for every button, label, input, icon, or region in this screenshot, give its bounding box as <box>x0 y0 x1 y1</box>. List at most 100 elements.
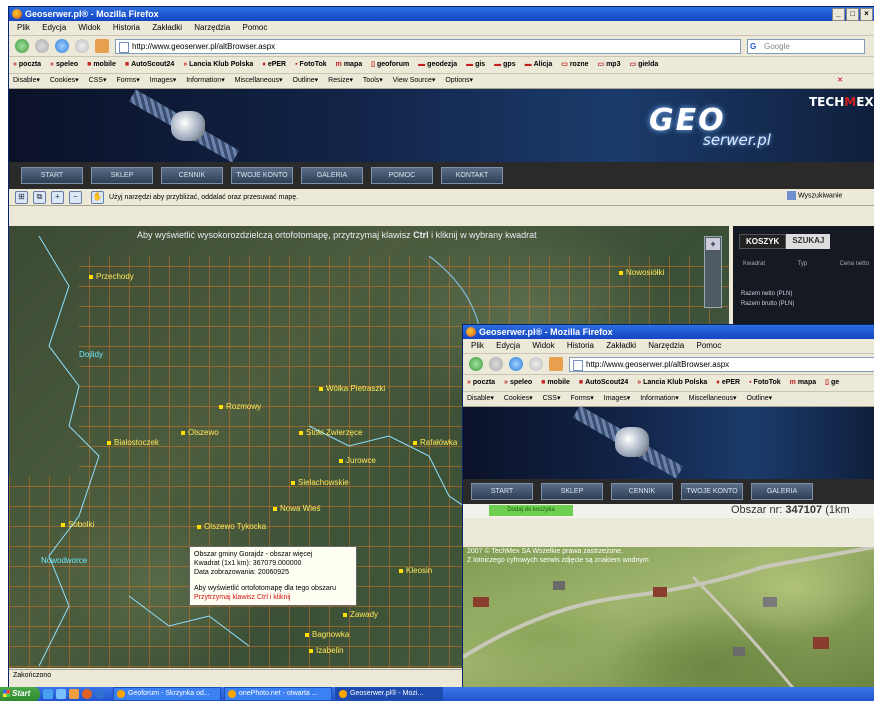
site-menu-start[interactable]: START <box>21 167 83 184</box>
menu-edit[interactable]: Edycja <box>42 23 66 32</box>
bookmark-item[interactable]: ▬ gps <box>494 61 515 68</box>
bookmark-item[interactable]: ■ AutoScout24 <box>125 61 174 68</box>
taskbar-button[interactable]: onePhoto.net - otwarta ... <box>224 687 332 701</box>
dev-images[interactable]: Images▾ <box>150 77 176 84</box>
menu-view[interactable]: Widok <box>532 341 554 350</box>
reload-icon[interactable] <box>509 357 523 371</box>
menu-history[interactable]: Historia <box>567 341 594 350</box>
zoom-box-icon[interactable]: ⧉ <box>33 190 46 204</box>
menu-file[interactable]: Plik <box>17 23 30 32</box>
dev-forms[interactable]: Forms▾ <box>116 77 139 84</box>
menu-bookmarks[interactable]: Zakładki <box>152 23 182 32</box>
bookmark-item[interactable]: ▬ geodezja <box>418 61 457 68</box>
menu-view[interactable]: Widok <box>78 23 100 32</box>
dev-cookies[interactable]: Cookies▾ <box>504 395 533 402</box>
dev-miscellaneous[interactable]: Miscellaneous▾ <box>235 77 283 84</box>
dev-outline[interactable]: Outline▾ <box>293 77 319 84</box>
dev-resize[interactable]: Resize▾ <box>328 77 353 84</box>
home-icon[interactable] <box>549 357 563 371</box>
dev-tools[interactable]: Tools▾ <box>363 77 383 84</box>
site-menu-shop[interactable]: SKLEP <box>91 167 153 184</box>
menu-tools[interactable]: Narzędzia <box>194 23 230 32</box>
site-menu-shop[interactable]: SKLEP <box>541 483 603 500</box>
dev-options[interactable]: Options▾ <box>445 77 473 84</box>
bookmark-item[interactable]: » poczta <box>13 61 41 68</box>
dev-cookies[interactable]: Cookies▾ <box>50 77 79 84</box>
menu-file[interactable]: Plik <box>471 341 484 350</box>
site-menu-pricing[interactable]: CENNIK <box>161 167 223 184</box>
bookmark-item[interactable]: » speleo <box>50 61 78 68</box>
quicklaunch-desktop-icon[interactable] <box>56 689 66 699</box>
dev-information[interactable]: Information▾ <box>186 77 225 84</box>
quicklaunch-app-icon[interactable] <box>95 689 105 699</box>
maximize-button[interactable]: □ <box>846 8 859 21</box>
bookmark-item[interactable]: ▬ Alicja <box>525 61 553 68</box>
bookmark-item[interactable]: ■ AutoScout24 <box>579 379 628 386</box>
zoom-plus-button[interactable]: + <box>706 238 720 250</box>
menu-history[interactable]: Historia <box>113 23 140 32</box>
dev-css[interactable]: CSS▾ <box>543 395 561 402</box>
stop-icon[interactable] <box>529 357 543 371</box>
dev-information[interactable]: Information▾ <box>640 395 679 402</box>
back-button[interactable] <box>15 39 29 53</box>
start-button[interactable]: Start <box>0 687 40 701</box>
dev-view-source[interactable]: View Source▾ <box>393 77 436 84</box>
menu-tools[interactable]: Narzędzia <box>648 341 684 350</box>
forward-button[interactable] <box>489 357 503 371</box>
minimize-button[interactable]: _ <box>832 8 845 21</box>
add-to-cart-button[interactable]: Dodaj do koszyka <box>489 505 573 516</box>
dev-miscellaneous[interactable]: Miscellaneous▾ <box>689 395 737 402</box>
stop-icon[interactable] <box>75 39 89 53</box>
home-icon[interactable] <box>95 39 109 53</box>
quicklaunch-firefox-icon[interactable] <box>82 689 92 699</box>
site-menu-gallery[interactable]: GALERIA <box>301 167 363 184</box>
dev-css[interactable]: CSS▾ <box>89 77 107 84</box>
tab-cart[interactable]: KOSZYK <box>739 234 787 249</box>
pan-hand-icon[interactable]: ✋ <box>91 190 104 204</box>
bookmark-item[interactable]: ▯ geoforum <box>371 61 409 68</box>
taskbar-button-active[interactable]: Geoserwer.pl® - Mozi... <box>335 687 443 701</box>
bookmark-item[interactable]: ■ mobile <box>541 379 570 386</box>
dev-disable[interactable]: Disable▾ <box>467 395 494 402</box>
site-menu-help[interactable]: POMOC <box>371 167 433 184</box>
menu-help[interactable]: Pomoc <box>242 23 267 32</box>
dev-images[interactable]: Images▾ <box>604 395 630 402</box>
dev-outline[interactable]: Outline▾ <box>747 395 773 402</box>
bookmark-item[interactable]: ■ mobile <box>87 61 116 68</box>
bookmark-item[interactable]: ▯ ge <box>825 379 839 386</box>
dev-disable[interactable]: Disable▾ <box>13 77 40 84</box>
zoom-out-icon[interactable]: − <box>69 190 82 204</box>
menu-edit[interactable]: Edycja <box>496 341 520 350</box>
bookmark-item[interactable]: ▭ rozne <box>561 61 588 68</box>
bookmark-item[interactable]: ▪ FotoTok <box>295 61 327 68</box>
forward-button[interactable] <box>35 39 49 53</box>
close-button[interactable]: × <box>860 8 873 21</box>
site-menu-start[interactable]: START <box>471 483 533 500</box>
site-menu-account[interactable]: TWOJE KONTO <box>681 483 743 500</box>
tab-search[interactable]: SZUKAJ <box>786 234 831 249</box>
menu-bookmarks[interactable]: Zakładki <box>606 341 636 350</box>
site-menu-pricing[interactable]: CENNIK <box>611 483 673 500</box>
bookmark-item[interactable]: ▬ gis <box>466 61 485 68</box>
bookmark-item[interactable]: ▪ FotoTok <box>749 379 781 386</box>
bookmark-item[interactable]: ▭ mp3 <box>597 61 620 68</box>
reload-icon[interactable] <box>55 39 69 53</box>
quicklaunch-media-icon[interactable] <box>69 689 79 699</box>
bookmark-item[interactable]: m mapa <box>790 379 817 386</box>
search-input[interactable]: G Google <box>747 38 865 54</box>
bookmark-item[interactable]: ▭ gielda <box>629 61 658 68</box>
dev-forms[interactable]: Forms▾ <box>570 395 593 402</box>
site-menu-account[interactable]: TWOJE KONTO <box>231 167 293 184</box>
bookmark-item[interactable]: » poczta <box>467 379 495 386</box>
bookmark-item[interactable]: ♦ ePER <box>262 61 286 68</box>
zoom-slider[interactable]: + <box>704 236 722 308</box>
site-menu-gallery[interactable]: GALERIA <box>751 483 813 500</box>
back-button[interactable] <box>469 357 483 371</box>
second-title-bar[interactable]: Geoserwer.pl® - Mozilla Firefox <box>463 325 874 339</box>
full-extent-icon[interactable]: ⊞ <box>15 190 28 204</box>
high-res-orthophoto[interactable]: 2007 © TechMex SA Wszelkie prawa zastrze… <box>463 547 874 688</box>
second-url-bar[interactable]: http://www.geoserwer.pl/altBrowser.aspx <box>569 356 874 372</box>
quicklaunch-ie-icon[interactable] <box>43 689 53 699</box>
title-bar[interactable]: Geoserwer.pl® - Mozilla Firefox _ □ × <box>9 7 874 21</box>
bookmark-item[interactable]: ♦ ePER <box>716 379 740 386</box>
